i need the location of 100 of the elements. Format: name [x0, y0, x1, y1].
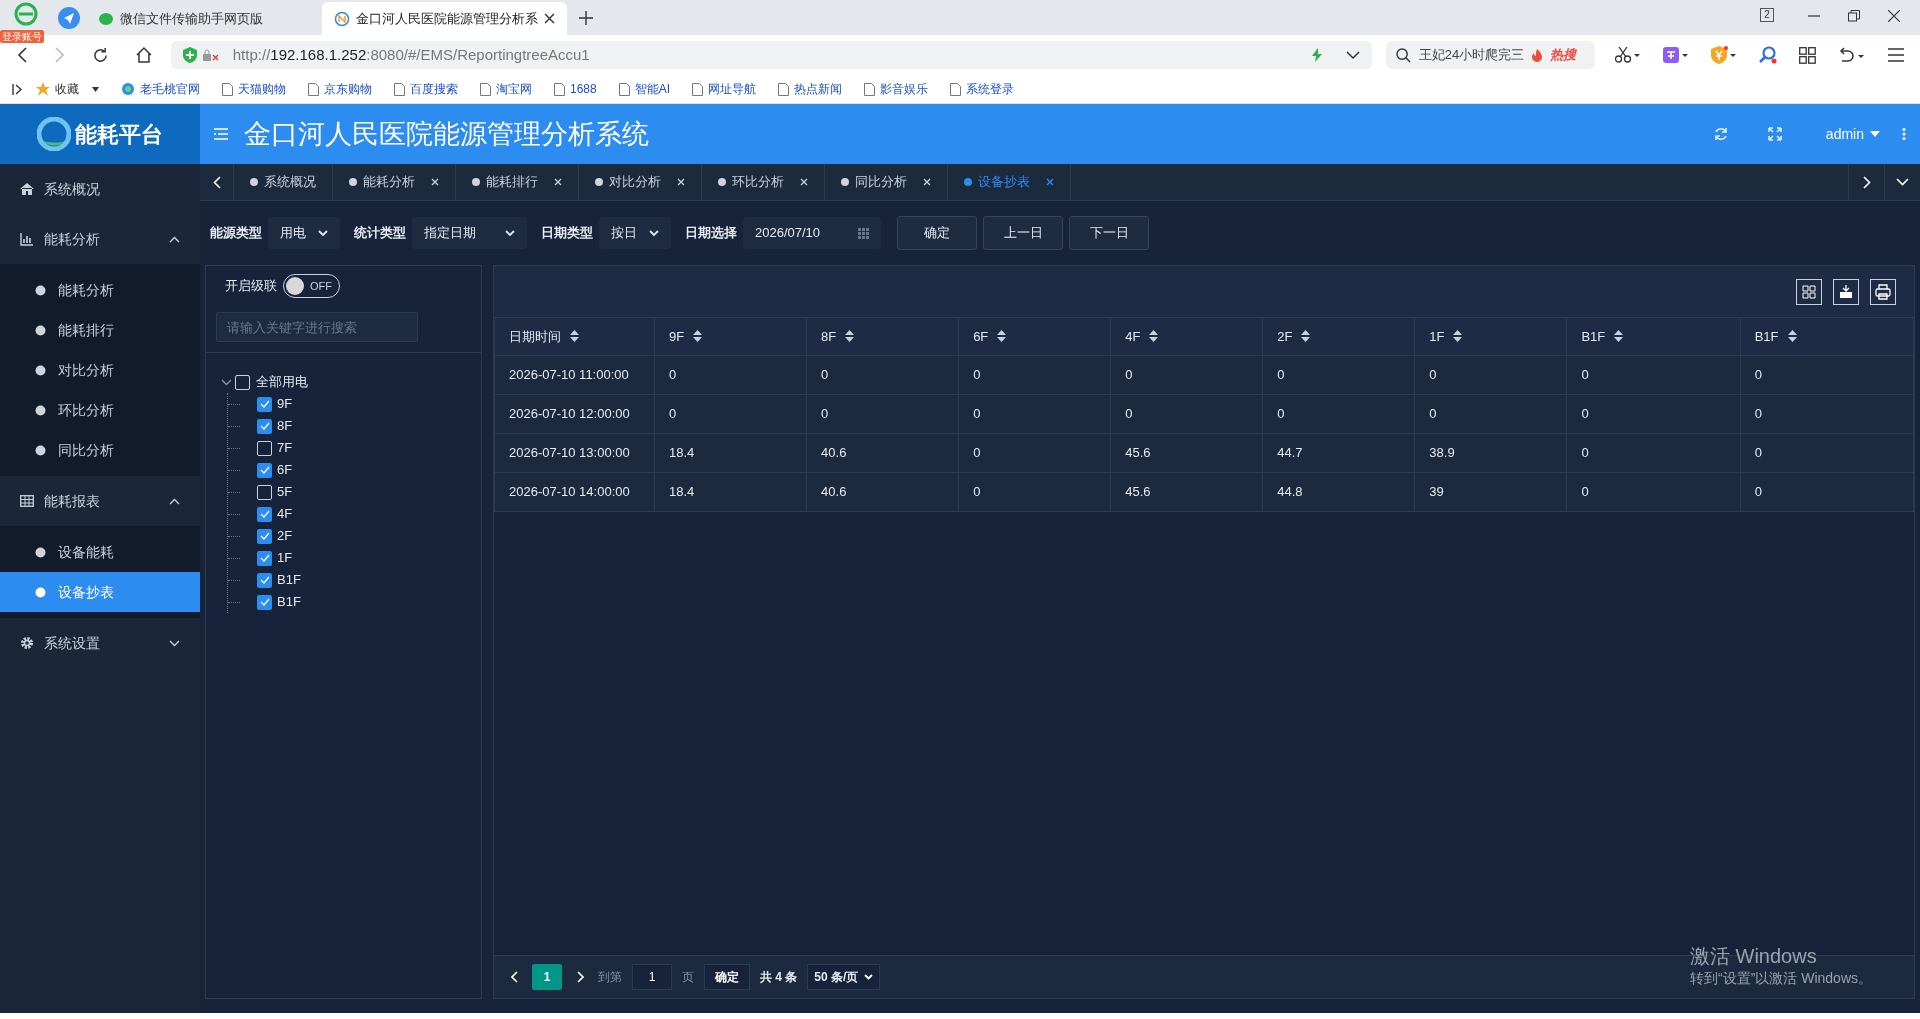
bookmark-link[interactable]: 老毛桃官网 — [121, 80, 200, 98]
page-input[interactable]: 1 — [632, 964, 672, 990]
shield-coin-icon[interactable] — [1711, 46, 1737, 64]
page-size-select[interactable]: 50 条/页 — [807, 964, 881, 990]
send-icon[interactable] — [57, 5, 81, 30]
translate-icon[interactable] — [1663, 47, 1689, 63]
magnifier-icon[interactable] — [1759, 46, 1777, 64]
bookmark-link[interactable]: 热点新闻 — [778, 80, 843, 98]
sidebar-item[interactable]: 系统设置 — [0, 618, 200, 668]
bookmark-link[interactable]: 京东购物 — [308, 80, 372, 98]
checkbox[interactable] — [257, 594, 272, 610]
checkbox[interactable] — [257, 506, 272, 522]
sidebar-item[interactable]: 能耗报表 — [0, 476, 200, 526]
page-tab[interactable]: 设备抄表 — [948, 164, 1071, 200]
restore-icon[interactable] — [1848, 10, 1860, 22]
checkbox[interactable] — [257, 418, 272, 434]
select-field[interactable]: 指定日期 — [412, 217, 527, 249]
close-icon[interactable] — [544, 13, 555, 24]
action-button[interactable]: 下一日 — [1069, 216, 1149, 250]
action-button[interactable]: 上一日 — [983, 216, 1063, 250]
scissors-icon[interactable] — [1615, 47, 1641, 63]
checkbox[interactable] — [257, 484, 272, 500]
select-field[interactable]: 按日 — [599, 217, 671, 249]
refresh-icon[interactable] — [1713, 127, 1728, 141]
checkbox[interactable] — [257, 572, 272, 588]
action-button[interactable]: 确定 — [897, 216, 977, 250]
column-header[interactable]: 8F — [806, 317, 959, 356]
home-icon[interactable] — [134, 46, 153, 64]
tree-label: 5F — [277, 483, 293, 502]
page-tab[interactable]: 同比分析 — [825, 164, 948, 200]
column-header[interactable]: B1F — [1566, 317, 1741, 356]
bookmark-link[interactable]: 网址导航 — [692, 80, 757, 98]
browser-tab[interactable]: 微信文件传输助手网页版 — [86, 2, 322, 35]
checkbox[interactable] — [257, 396, 272, 412]
chevron-down-icon[interactable] — [221, 378, 232, 386]
undo-icon[interactable] — [1838, 46, 1866, 64]
reload-icon[interactable] — [91, 46, 109, 64]
sidebar-toggle-icon[interactable] — [12, 83, 24, 95]
bookmark-link[interactable]: 淘宝网 — [480, 80, 532, 98]
search-text: 王妃24小时爬完三 — [1418, 46, 1525, 65]
bookmark-link[interactable]: 收藏 — [36, 80, 99, 98]
close-icon[interactable] — [1888, 10, 1900, 22]
grid-icon[interactable] — [1799, 46, 1816, 64]
column-header[interactable]: 9F — [654, 317, 807, 356]
bolt-icon — [1311, 48, 1322, 62]
checkbox[interactable] — [257, 550, 272, 566]
new-tab-icon[interactable] — [579, 11, 593, 25]
select-field[interactable]: 用电 — [268, 217, 340, 249]
sidebar-item[interactable]: 设备能耗 — [0, 532, 200, 572]
check-icon — [259, 400, 270, 408]
sidebar-item[interactable]: 对比分析 — [0, 350, 200, 390]
tab-count[interactable]: 2 — [1760, 8, 1774, 22]
total-count: 共 4 条 — [760, 969, 798, 986]
confirm-button[interactable]: 确定 — [704, 964, 750, 990]
export-icon[interactable] — [1833, 278, 1859, 305]
bookmark-link[interactable]: 天猫购物 — [222, 80, 286, 98]
date-field[interactable]: 2026/07/10 — [743, 217, 881, 249]
checkbox[interactable] — [257, 528, 272, 544]
bookmark-link[interactable]: 百度搜索 — [394, 80, 458, 98]
column-header[interactable]: 2F — [1262, 317, 1415, 356]
fullscreen-icon[interactable] — [1767, 127, 1782, 141]
more-icon[interactable] — [1902, 128, 1906, 140]
checkbox[interactable] — [257, 440, 272, 456]
menu-icon[interactable] — [1888, 48, 1904, 62]
page-button[interactable]: 1 — [532, 964, 562, 990]
page-tab[interactable]: 系统概况 — [234, 164, 333, 200]
sidebar-item[interactable]: 能耗分析 — [0, 214, 200, 264]
page-tab[interactable]: 能耗分析 — [333, 164, 456, 200]
page-tab[interactable]: 环比分析 — [702, 164, 825, 200]
chevron-down-icon[interactable] — [1345, 50, 1360, 60]
bookmark-link[interactable]: 系统登录 — [950, 80, 1015, 98]
table-cell: 0 — [806, 355, 959, 395]
search-field[interactable]: 请输入关键字进行搜索 — [216, 312, 418, 342]
sidebar-item[interactable]: 系统概况 — [0, 164, 200, 214]
checkbox[interactable] — [235, 374, 250, 390]
search-field[interactable]: 王妃24小时爬完三 热搜 — [1385, 41, 1595, 69]
sidebar-item[interactable]: 能耗排行 — [0, 310, 200, 350]
column-header[interactable]: 日期时间 — [494, 317, 655, 356]
table-cell: 44.7 — [1262, 433, 1415, 473]
browser-tab[interactable]: 金口河人民医院能源管理分析系 — [322, 2, 567, 35]
sidebar-item[interactable]: 环比分析 — [0, 390, 200, 430]
print-icon[interactable] — [1870, 278, 1896, 305]
dot-icon — [35, 404, 46, 416]
checkbox[interactable] — [257, 462, 272, 478]
column-header[interactable]: 4F — [1110, 317, 1263, 356]
goto-label: 到第 — [598, 969, 622, 986]
columns-icon[interactable] — [1796, 278, 1822, 305]
address-field[interactable]: http://192.168.1.252:8080/#/EMS/ReportingtreeAccu1 — [170, 41, 1372, 69]
sidebar-item[interactable]: 能耗分析 — [0, 270, 200, 310]
page-tab[interactable]: 能耗排行 — [456, 164, 579, 200]
page-tab[interactable]: 对比分析 — [579, 164, 702, 200]
column-header[interactable]: 1F — [1414, 317, 1567, 356]
column-header[interactable]: B1F — [1740, 317, 1914, 356]
bookmark-link[interactable]: 智能AI — [618, 80, 671, 98]
sidebar-item[interactable]: 同比分析 — [0, 430, 200, 470]
back-icon[interactable] — [16, 47, 28, 63]
page-unit-label: 页 — [682, 969, 694, 986]
bookmark-link[interactable]: 1688 — [554, 80, 597, 98]
column-header[interactable]: 6F — [958, 317, 1111, 356]
bookmark-link[interactable]: 影音娱乐 — [864, 80, 929, 98]
